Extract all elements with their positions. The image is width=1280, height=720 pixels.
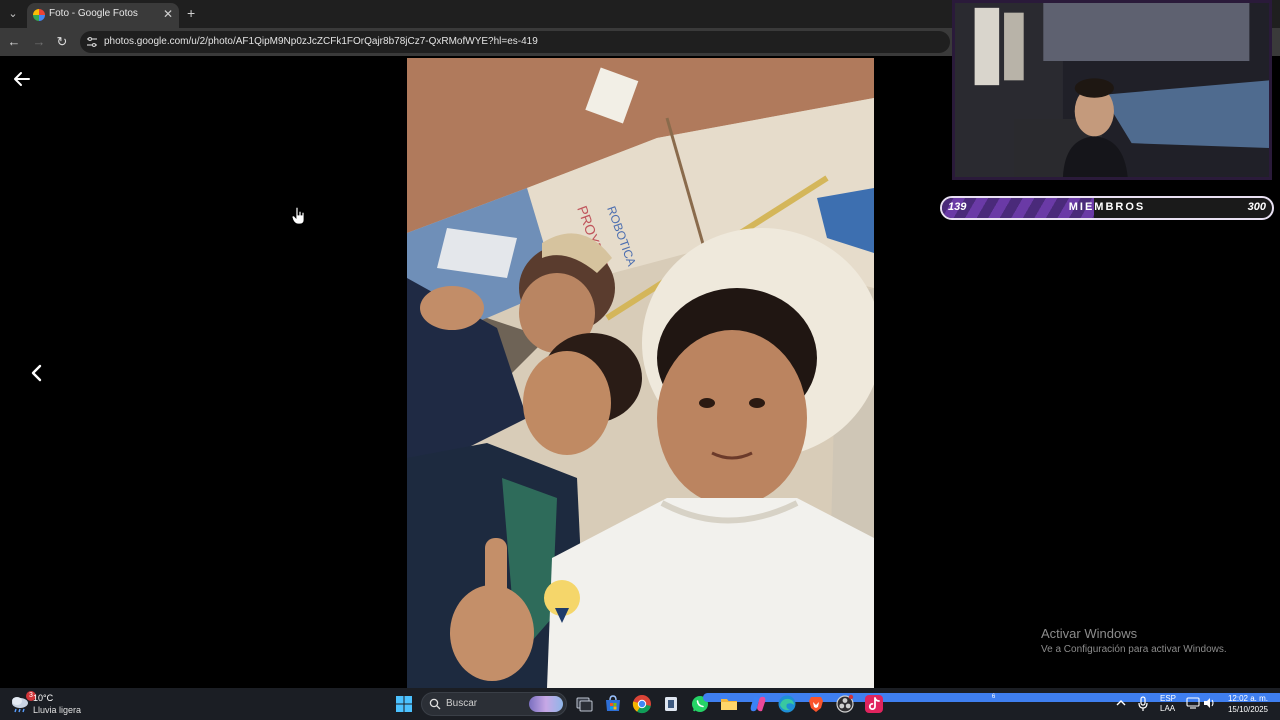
reload-icon[interactable]: ↻ <box>53 33 71 51</box>
chrome-icon[interactable] <box>632 694 652 714</box>
chevron-up-icon[interactable] <box>1115 696 1127 710</box>
obs-icon[interactable] <box>835 694 855 714</box>
windows-taskbar: 3 10°C Lluvia ligera Buscar 6 ESP LAA 12… <box>0 688 1280 720</box>
address-bar[interactable]: photos.google.com/u/2/photo/AF1QipM9Np0z… <box>80 31 950 53</box>
members-label: MIEMBROS <box>1068 201 1146 213</box>
url-text: photos.google.com/u/2/photo/AF1QipM9Np0z… <box>104 36 538 47</box>
search-highlight-image <box>529 696 563 712</box>
hand-cursor-icon <box>292 207 305 225</box>
system-clock[interactable]: 12:02 a. m. 15/10/2025 <box>1226 693 1268 715</box>
weather-temperature: 10°C <box>33 693 54 703</box>
site-info-icon[interactable] <box>86 36 98 48</box>
file-explorer-icon[interactable] <box>719 694 739 714</box>
brave-icon[interactable] <box>806 694 826 714</box>
new-tab-icon[interactable]: + <box>187 5 195 21</box>
input-language[interactable]: ESP LAA <box>1160 694 1176 714</box>
members-progress-bar: 139 MIEMBROS 300 <box>940 196 1274 220</box>
close-tab-icon[interactable]: ✕ <box>163 7 173 21</box>
clock-date: 15/10/2025 <box>1227 705 1268 714</box>
search-icon <box>429 698 441 710</box>
activate-windows-subtitle: Ve a Configuración para activar Windows. <box>1041 644 1227 655</box>
microphone-icon[interactable] <box>1137 696 1149 712</box>
browser-tab[interactable]: Foto - Google Fotos ✕ <box>27 3 179 28</box>
photo-image: PROYECTO ROBOTICA <box>407 58 874 688</box>
activate-windows-title: Activar Windows <box>1041 626 1138 641</box>
forward-icon[interactable]: → <box>30 33 48 51</box>
microsoft-store-icon[interactable] <box>603 694 623 714</box>
windows-start-icon[interactable] <box>396 696 412 712</box>
google-photos-favicon <box>33 9 45 21</box>
keyboard-layout: LAA <box>1160 704 1176 713</box>
notes-app-icon[interactable] <box>661 694 681 714</box>
back-arrow-icon[interactable] <box>12 69 32 89</box>
tiktok-icon[interactable] <box>864 694 884 714</box>
members-goal: 300 <box>1247 201 1266 213</box>
activate-windows-watermark: Activar Windows Ve a Configuración para … <box>1041 626 1227 655</box>
taskbar-search-box[interactable]: Buscar <box>421 692 567 716</box>
volume-icon[interactable] <box>1203 697 1217 709</box>
network-icon[interactable] <box>1186 697 1200 709</box>
tab-list-icon[interactable]: ⌄ <box>4 5 22 23</box>
webcam-overlay <box>952 0 1272 180</box>
tab-title: Foto - Google Fotos <box>49 8 138 19</box>
back-icon[interactable]: ← <box>5 33 23 51</box>
edge-icon[interactable] <box>777 694 797 714</box>
weather-condition: Lluvia ligera <box>33 705 82 715</box>
search-placeholder: Buscar <box>446 698 478 709</box>
language-code: ESP <box>1160 694 1177 703</box>
previous-photo-icon[interactable] <box>28 362 46 384</box>
copilot-icon[interactable] <box>748 694 768 714</box>
task-view-icon[interactable] <box>574 694 594 714</box>
weather-widget[interactable]: 3 10°C Lluvia ligera <box>10 691 100 716</box>
clock-time: 12:02 a. m. <box>1227 694 1268 703</box>
